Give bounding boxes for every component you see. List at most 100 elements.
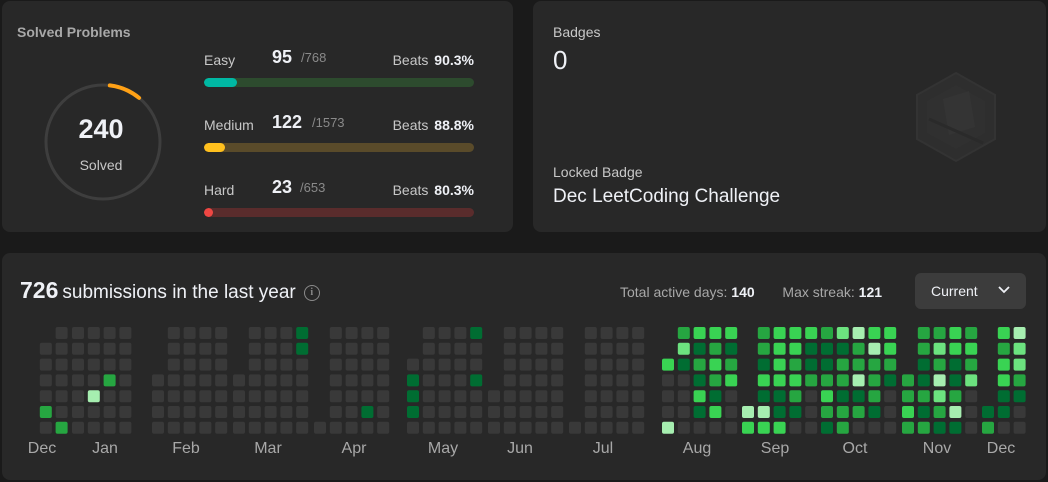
heatmap-day-cell[interactable] bbox=[584, 358, 597, 371]
heatmap-day-cell[interactable] bbox=[377, 421, 390, 434]
heatmap-day-cell[interactable] bbox=[773, 374, 786, 387]
heatmap-day-cell[interactable] bbox=[167, 406, 180, 418]
heatmap-day-cell[interactable] bbox=[103, 421, 116, 434]
heatmap-day-cell[interactable] bbox=[503, 421, 516, 434]
heatmap-day-cell[interactable] bbox=[917, 327, 930, 339]
heatmap-day-cell[interactable] bbox=[584, 327, 597, 339]
heatmap-day-cell[interactable] bbox=[551, 421, 564, 434]
heatmap-day-cell[interactable] bbox=[215, 374, 228, 387]
heatmap-day-cell[interactable] bbox=[519, 342, 532, 355]
heatmap-day-cell[interactable] bbox=[677, 406, 690, 418]
heatmap-day-cell[interactable] bbox=[709, 327, 722, 339]
heatmap-day-cell[interactable] bbox=[789, 406, 802, 418]
heatmap-day-cell[interactable] bbox=[709, 358, 722, 371]
heatmap-day-cell[interactable] bbox=[693, 374, 706, 387]
heatmap-day-cell[interactable] bbox=[345, 327, 358, 339]
heatmap-day-cell[interactable] bbox=[677, 390, 690, 403]
heatmap-day-cell[interactable] bbox=[1013, 327, 1026, 339]
heatmap-day-cell[interactable] bbox=[884, 421, 897, 434]
heatmap-day-cell[interactable] bbox=[345, 374, 358, 387]
heatmap-day-cell[interactable] bbox=[933, 358, 946, 371]
heatmap-day-cell[interactable] bbox=[805, 327, 818, 339]
heatmap-day-cell[interactable] bbox=[789, 358, 802, 371]
heatmap-day-cell[interactable] bbox=[1013, 421, 1026, 434]
heatmap-day-cell[interactable] bbox=[183, 406, 196, 418]
heatmap-day-cell[interactable] bbox=[902, 406, 914, 418]
heatmap-day-cell[interactable] bbox=[551, 374, 564, 387]
heatmap-day-cell[interactable] bbox=[965, 390, 978, 403]
heatmap-day-cell[interactable] bbox=[709, 374, 722, 387]
heatmap-day-cell[interactable] bbox=[709, 342, 722, 355]
heatmap-day-cell[interactable] bbox=[183, 374, 196, 387]
heatmap-day-cell[interactable] bbox=[103, 342, 116, 355]
heatmap-day-cell[interactable] bbox=[852, 406, 865, 418]
heatmap-day-cell[interactable] bbox=[215, 406, 228, 418]
heatmap-day-cell[interactable] bbox=[677, 358, 690, 371]
heatmap-day-cell[interactable] bbox=[997, 374, 1010, 387]
heatmap-day-cell[interactable] bbox=[503, 374, 516, 387]
heatmap-day-cell[interactable] bbox=[264, 358, 277, 371]
heatmap-day-cell[interactable] bbox=[345, 390, 358, 403]
heatmap-day-cell[interactable] bbox=[454, 406, 467, 418]
heatmap-day-cell[interactable] bbox=[361, 421, 374, 434]
heatmap-day-cell[interactable] bbox=[884, 374, 897, 387]
heatmap-day-cell[interactable] bbox=[949, 374, 962, 387]
heatmap-day-cell[interactable] bbox=[329, 390, 342, 403]
heatmap-day-cell[interactable] bbox=[422, 327, 435, 339]
heatmap-day-cell[interactable] bbox=[662, 421, 674, 434]
heatmap-day-cell[interactable] bbox=[103, 327, 116, 339]
heatmap-day-cell[interactable] bbox=[551, 390, 564, 403]
heatmap-day-cell[interactable] bbox=[39, 421, 52, 434]
heatmap-day-cell[interactable] bbox=[233, 406, 245, 418]
heatmap-day-cell[interactable] bbox=[742, 406, 754, 418]
heatmap-day-cell[interactable] bbox=[551, 358, 564, 371]
heatmap-day-cell[interactable] bbox=[917, 421, 930, 434]
heatmap-day-cell[interactable] bbox=[39, 358, 52, 371]
heatmap-day-cell[interactable] bbox=[821, 421, 833, 434]
heatmap-day-cell[interactable] bbox=[836, 342, 849, 355]
heatmap-day-cell[interactable] bbox=[119, 406, 132, 418]
heatmap-day-cell[interactable] bbox=[407, 406, 419, 418]
heatmap-day-cell[interactable] bbox=[535, 358, 548, 371]
heatmap-day-cell[interactable] bbox=[345, 406, 358, 418]
heatmap-day-cell[interactable] bbox=[55, 390, 68, 403]
heatmap-day-cell[interactable] bbox=[725, 390, 738, 403]
heatmap-day-cell[interactable] bbox=[600, 342, 613, 355]
heatmap-day-cell[interactable] bbox=[39, 406, 52, 418]
heatmap-day-cell[interactable] bbox=[949, 358, 962, 371]
heatmap-day-cell[interactable] bbox=[933, 342, 946, 355]
heatmap-day-cell[interactable] bbox=[488, 390, 500, 403]
heatmap-day-cell[interactable] bbox=[1013, 342, 1026, 355]
heatmap-day-cell[interactable] bbox=[693, 390, 706, 403]
heatmap-day-cell[interactable] bbox=[600, 374, 613, 387]
heatmap-day-cell[interactable] bbox=[965, 342, 978, 355]
heatmap-day-cell[interactable] bbox=[72, 358, 84, 371]
heatmap-day-cell[interactable] bbox=[949, 406, 962, 418]
heatmap-day-cell[interactable] bbox=[725, 421, 738, 434]
heatmap-day-cell[interactable] bbox=[836, 406, 849, 418]
heatmap-day-cell[interactable] bbox=[199, 327, 212, 339]
heatmap-day-cell[interactable] bbox=[503, 342, 516, 355]
heatmap-day-cell[interactable] bbox=[119, 327, 132, 339]
heatmap-day-cell[interactable] bbox=[821, 390, 833, 403]
heatmap-day-cell[interactable] bbox=[852, 342, 865, 355]
heatmap-day-cell[interactable] bbox=[949, 390, 962, 403]
heatmap-day-cell[interactable] bbox=[519, 390, 532, 403]
heatmap-day-cell[interactable] bbox=[821, 342, 833, 355]
heatmap-day-cell[interactable] bbox=[600, 406, 613, 418]
heatmap-day-cell[interactable] bbox=[438, 374, 451, 387]
heatmap-day-cell[interactable] bbox=[233, 390, 245, 403]
heatmap-day-cell[interactable] bbox=[949, 342, 962, 355]
heatmap-day-cell[interactable] bbox=[584, 421, 597, 434]
heatmap-day-cell[interactable] bbox=[965, 374, 978, 387]
heatmap-day-cell[interactable] bbox=[662, 406, 674, 418]
heatmap-day-cell[interactable] bbox=[87, 406, 100, 418]
heatmap-day-cell[interactable] bbox=[868, 421, 881, 434]
heatmap-day-cell[interactable] bbox=[199, 406, 212, 418]
heatmap-day-cell[interactable] bbox=[119, 342, 132, 355]
heatmap-day-cell[interactable] bbox=[119, 358, 132, 371]
heatmap-day-cell[interactable] bbox=[248, 358, 261, 371]
heatmap-day-cell[interactable] bbox=[119, 374, 132, 387]
heatmap-day-cell[interactable] bbox=[725, 342, 738, 355]
heatmap-day-cell[interactable] bbox=[519, 327, 532, 339]
